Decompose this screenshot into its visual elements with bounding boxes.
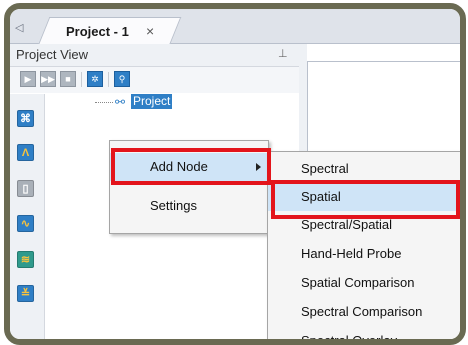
tab-close-icon[interactable]: × <box>146 23 154 39</box>
tree-root-project[interactable]: Project <box>131 94 173 109</box>
project-view-toolbar: ▶ ▶▶ ■ ✲ ⚲ <box>10 67 299 93</box>
step-forward-icon[interactable]: ▶▶ <box>40 71 56 87</box>
submenu-item-spectral-comparison-label: Spectral Comparison <box>301 304 423 319</box>
submenu-item-spectral-spatial-label: Spectral/Spatial <box>301 217 393 232</box>
submenu-item-spatial-comparison-label: Spatial Comparison <box>301 275 415 290</box>
tab-scroll-left-icon[interactable]: ◁ <box>15 21 23 34</box>
node-type-strip: ⌘ Λ ▯ ∿ ≋ ≚ <box>10 94 45 339</box>
submenu-item-hand-held-probe[interactable]: Hand-Held Probe <box>268 240 460 268</box>
submenu-item-spatial-comparison[interactable]: Spatial Comparison <box>268 269 460 297</box>
submenu-item-spectral-label: Spectral <box>301 161 349 176</box>
menu-item-settings-label: Settings <box>150 198 197 213</box>
tab-project-1-label[interactable]: Project - 1 <box>66 24 129 39</box>
settings-icon[interactable]: ✲ <box>87 71 103 87</box>
toolbar-separator <box>108 72 109 87</box>
project-node-icon[interactable]: ⌘ <box>17 110 34 127</box>
play-icon[interactable]: ▶ <box>20 71 36 87</box>
document-tab-strip: ◁ Project - 1 × <box>10 9 460 45</box>
submenu-item-hand-held-probe-label: Hand-Held Probe <box>301 246 402 261</box>
stop-icon[interactable]: ■ <box>60 71 76 87</box>
project-tree-node-icon: ⚯ <box>115 95 126 109</box>
submenu-item-spectral-overlay[interactable]: Spectral Overlay <box>268 327 460 345</box>
menu-item-add-node-label: Add Node <box>150 159 208 174</box>
submenu-arrow-icon <box>256 163 261 171</box>
submenu-item-spatial-label: Spatial <box>301 189 341 204</box>
toolbar-separator <box>81 72 82 87</box>
search-icon[interactable]: ⚲ <box>114 71 130 87</box>
submenu-item-spectral-spatial[interactable]: Spectral/Spatial <box>268 211 460 239</box>
submenu-item-spatial[interactable]: Spatial <box>268 183 460 211</box>
overlay-node-icon[interactable]: ≚ <box>17 285 34 302</box>
add-node-submenu: Spectral Spatial Spectral/Spatial Hand-H… <box>267 151 460 339</box>
blank-node-icon[interactable]: ▯ <box>17 180 34 197</box>
context-menu: Add Node Settings <box>109 140 269 234</box>
submenu-item-spectral-comparison[interactable]: Spectral Comparison <box>268 298 460 326</box>
project-view-header: Project View ⊥ <box>10 44 299 67</box>
menu-item-settings[interactable]: Settings <box>110 192 268 220</box>
spatial-node-icon[interactable]: ≋ <box>17 251 34 268</box>
spectral-node-icon[interactable]: Λ <box>17 144 34 161</box>
submenu-item-spectral[interactable]: Spectral <box>268 155 460 183</box>
app-window-frame: ◁ Project - 1 × Project View ⊥ ▶ ▶▶ ■ ✲ … <box>4 3 466 345</box>
menu-item-add-node[interactable]: Add Node <box>110 153 268 181</box>
spectrum-node-icon[interactable]: ∿ <box>17 215 34 232</box>
project-view-title: Project View <box>16 47 89 62</box>
pin-icon[interactable]: ⊥ <box>278 47 288 60</box>
tree-connector <box>95 102 113 103</box>
submenu-item-spectral-overlay-label: Spectral Overlay <box>301 333 398 345</box>
